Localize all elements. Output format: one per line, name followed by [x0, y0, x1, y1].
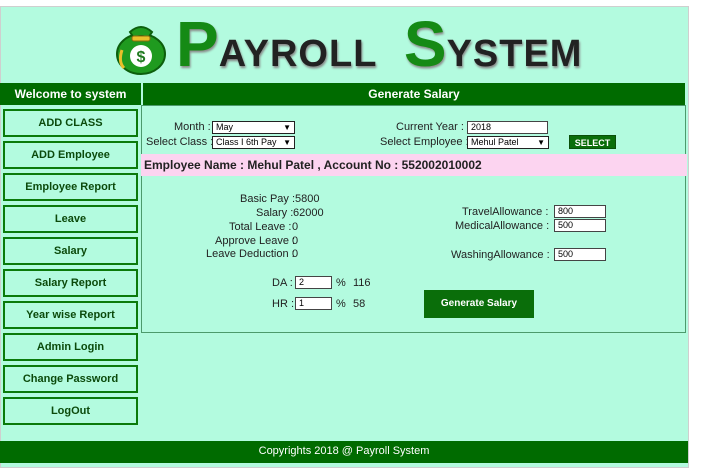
sidebar-item-leave[interactable]: Leave [3, 205, 138, 233]
travel-allowance-input[interactable]: 800 [554, 205, 606, 218]
sidebar-item-year-wise-report[interactable]: Year wise Report [3, 301, 138, 329]
da-percent-sign: % [336, 277, 346, 289]
footer: Copyrights 2018 @ Payroll System [0, 441, 688, 463]
generate-salary-button[interactable]: Generate Salary [424, 290, 534, 318]
washing-allowance-input[interactable]: 500 [554, 248, 606, 261]
title-initial-s: S [403, 8, 447, 80]
employee-select[interactable]: Mehul Patel ▼ [467, 136, 549, 149]
sidebar-heading: Welcome to system [0, 83, 141, 105]
travel-allowance-label: TravelAllowance : [462, 206, 549, 218]
approve-leave-value: 0 [292, 235, 299, 247]
salary-label: Salary : [256, 207, 294, 219]
leave-deduction-value: 0 [292, 248, 299, 260]
money-bag-icon: $ [116, 26, 166, 75]
year-input[interactable]: 2018 [467, 121, 548, 134]
medical-allowance-label: MedicalAllowance : [455, 220, 550, 232]
class-label: Select Class : [146, 136, 214, 148]
title-rest-payroll: AYROLL [218, 33, 378, 75]
hr-percent-sign: % [336, 298, 346, 310]
employee-label: Select Employee : [380, 136, 469, 148]
approve-leave-label: Approve Leave : [215, 235, 296, 247]
dropdown-arrow-icon: ▼ [283, 138, 291, 147]
month-select[interactable]: May ▼ [212, 121, 295, 134]
month-label: Month : [174, 121, 211, 133]
class-select-value: Class I 6th Pay [216, 137, 277, 147]
da-label: DA : [272, 277, 293, 289]
salary-value: 62000 [293, 207, 324, 219]
washing-allowance-label: WashingAllowance : [451, 249, 550, 261]
hr-label: HR : [272, 298, 294, 310]
select-button[interactable]: SELECT [569, 135, 616, 149]
sidebar-item-admin-login[interactable]: Admin Login [3, 333, 138, 361]
sidebar-item-logout[interactable]: LogOut [3, 397, 138, 425]
sidebar: Welcome to system ADD CLASS ADD Employee… [0, 83, 141, 429]
total-leave-label: Total Leave : [229, 221, 292, 233]
dropdown-arrow-icon: ▼ [283, 123, 291, 132]
sidebar-item-salary[interactable]: Salary [3, 237, 138, 265]
hr-amount: 58 [353, 298, 366, 310]
title-rest-system: YSTEM [446, 33, 583, 75]
month-select-value: May [216, 122, 234, 132]
employee-select-value: Mehul Patel [471, 137, 519, 147]
medical-allowance-input[interactable]: 500 [554, 219, 606, 232]
svg-text:$: $ [137, 49, 146, 66]
hr-input[interactable]: 1 [295, 297, 332, 310]
leave-deduction-label: Leave Deduction : [206, 248, 295, 260]
title-initial-p: P [176, 8, 219, 80]
sidebar-item-add-class[interactable]: ADD CLASS [3, 109, 138, 137]
dropdown-arrow-icon: ▼ [537, 138, 545, 147]
basic-pay-label: Basic Pay : [240, 193, 296, 205]
da-input[interactable]: 2 [295, 276, 332, 289]
app-title: PAYROLL SYSTEM [176, 12, 582, 78]
sidebar-item-employee-report[interactable]: Employee Report [3, 173, 138, 201]
da-amount: 116 [353, 277, 371, 289]
total-leave-value: 0 [292, 221, 299, 233]
basic-pay-value: 5800 [295, 193, 320, 205]
sidebar-item-salary-report[interactable]: Salary Report [3, 269, 138, 297]
employee-info-bar: Employee Name : Mehul Patel , Account No… [141, 154, 687, 176]
class-select[interactable]: Class I 6th Pay ▼ [212, 136, 295, 149]
year-label: Current Year : [396, 121, 464, 133]
sidebar-item-add-employee[interactable]: ADD Employee [3, 141, 138, 169]
main-heading: Generate Salary [143, 83, 685, 105]
sidebar-item-change-password[interactable]: Change Password [3, 365, 138, 393]
